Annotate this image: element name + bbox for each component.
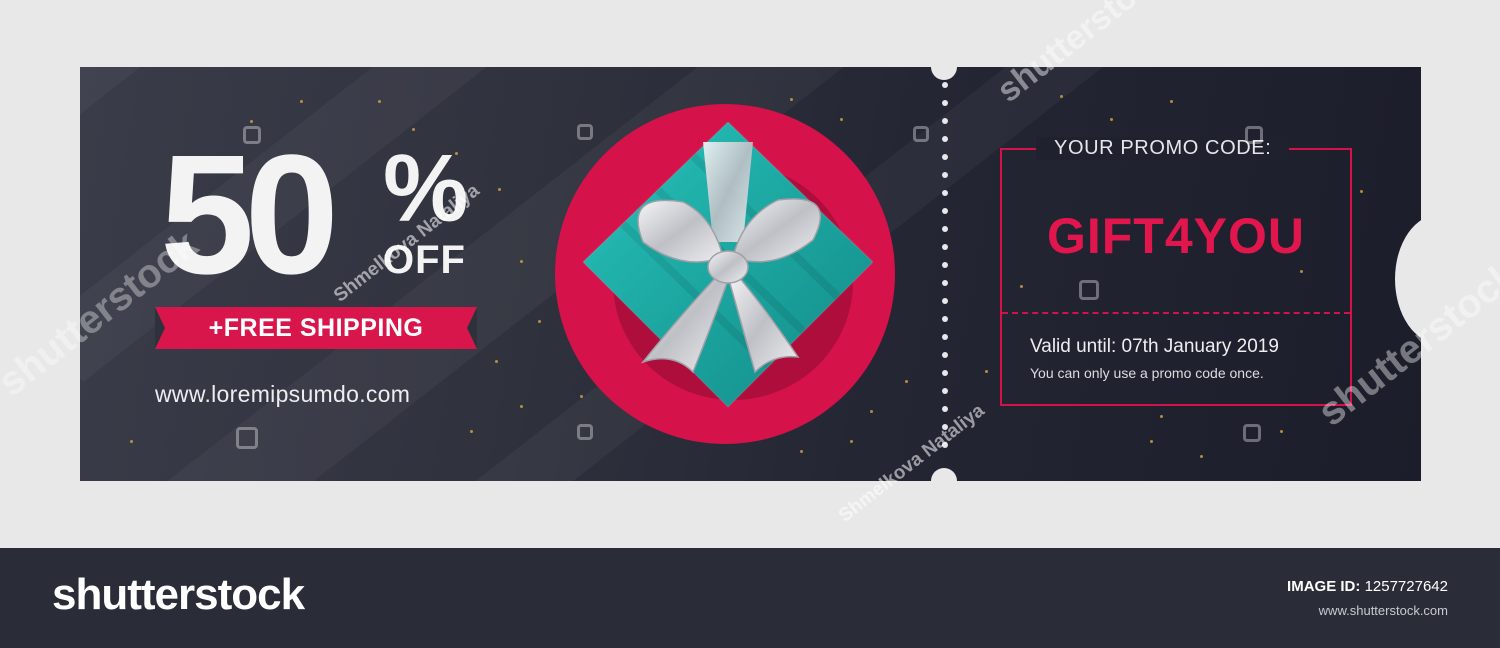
discount-percent-sign: % xyxy=(383,135,469,242)
promo-usage-note: You can only use a promo code once. xyxy=(1030,365,1264,381)
watermark-logo-icon xyxy=(236,427,258,449)
watermark-logo-icon xyxy=(1245,126,1263,144)
promo-code-value[interactable]: GIFT4YOU xyxy=(1000,207,1352,265)
website-link[interactable]: www.loremipsumdo.com xyxy=(155,381,410,408)
free-shipping-ribbon: +FREE SHIPPING xyxy=(155,307,477,349)
promo-divider xyxy=(1002,312,1350,314)
footer-brand-logo: shutterstock xyxy=(52,570,305,619)
watermark-logo-icon xyxy=(243,126,261,144)
watermark-logo-icon xyxy=(577,124,593,140)
perforation-line xyxy=(942,82,948,462)
footer-site-link[interactable]: www.shutterstock.com xyxy=(1319,603,1448,618)
free-shipping-label: +FREE SHIPPING xyxy=(208,313,424,342)
discount-off-label: OFF xyxy=(383,238,466,282)
discount-number: 50 xyxy=(160,120,339,310)
watermark-logo-icon xyxy=(1243,424,1261,442)
gift-box-icon xyxy=(581,120,875,412)
valid-until-text: Valid until: 07th January 2019 xyxy=(1030,336,1279,357)
ticket-notch-right xyxy=(1395,214,1485,344)
image-id: IMAGE ID: 1257727642 xyxy=(1287,578,1448,595)
image-id-label: IMAGE ID: xyxy=(1287,578,1361,595)
canvas: 50 % OFF +FREE SHIPPING www.loremipsumdo… xyxy=(0,0,1500,548)
ticket-notch-bottom xyxy=(931,468,957,494)
image-id-value: 1257727642 xyxy=(1364,578,1448,595)
watermark-logo-icon xyxy=(1079,280,1099,300)
ticket-notch-top xyxy=(931,54,957,80)
watermark-logo-icon xyxy=(577,424,593,440)
watermark-logo-icon xyxy=(913,126,929,142)
